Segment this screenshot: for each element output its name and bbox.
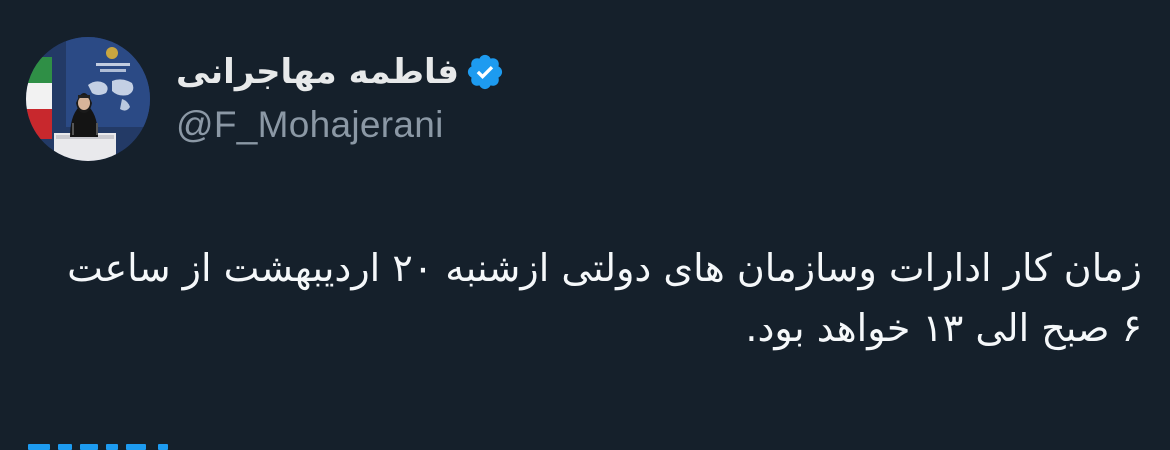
author-name-row: فاطمه مهاجرانی [176, 46, 505, 98]
tweet-card: فاطمه مهاجرانی @F_Mohajerani زمان کار اد… [0, 0, 1170, 450]
avatar-photo-icon [26, 37, 150, 161]
author-handle[interactable]: @F_Mohajerani [176, 101, 444, 149]
cut-off-footer-text [28, 444, 628, 450]
avatar[interactable] [26, 37, 150, 161]
author-display-name[interactable]: فاطمه مهاجرانی [176, 46, 459, 98]
tweet-text: زمان کار ادارات وسازمان های دولتی ازشنبه… [67, 246, 1142, 350]
verified-badge-icon [467, 54, 503, 90]
